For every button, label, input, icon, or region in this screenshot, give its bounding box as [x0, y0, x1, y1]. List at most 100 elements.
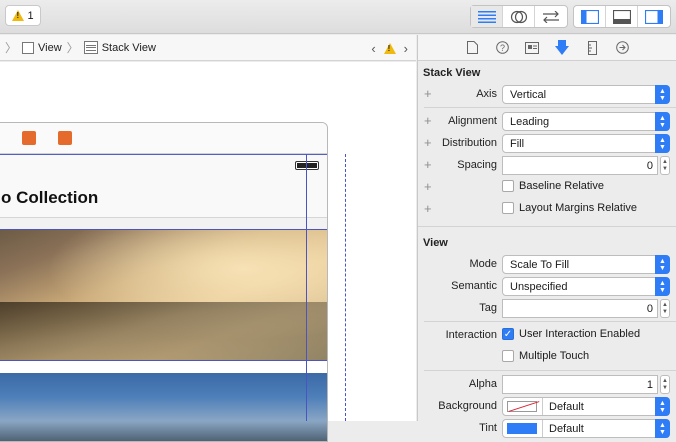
- add-variation-icon[interactable]: +: [424, 201, 432, 216]
- divider: [424, 321, 676, 322]
- nav-title: o Collection: [1, 188, 99, 207]
- attributes-inspector-panel: ? Stack View + Axis Vertical ▲ ▼ + Alignm…: [417, 35, 676, 438]
- alignment-popup[interactable]: Leading ▲ ▼: [502, 112, 670, 131]
- popup-arrows-icon: ▲ ▼: [655, 112, 670, 131]
- mode-row: Mode Scale To Fill ▲ ▼: [418, 253, 676, 275]
- assistant-editor-button[interactable]: [503, 6, 535, 27]
- view-section-header: View: [423, 237, 448, 249]
- section-divider: [418, 226, 676, 227]
- add-variation-icon[interactable]: +: [424, 86, 432, 101]
- background-label: Background: [438, 400, 497, 412]
- warning-indicator[interactable]: 1: [5, 5, 41, 26]
- mountain-image-view[interactable]: [0, 229, 327, 361]
- alpha-stepper[interactable]: ▲ ▼: [660, 375, 670, 394]
- spacing-label: Spacing: [457, 159, 497, 171]
- standard-editor-icon: [477, 10, 496, 23]
- baseline-relative-label: Baseline Relative: [519, 180, 604, 192]
- toggle-utilities-button[interactable]: [638, 6, 670, 27]
- popup-arrows-icon: ▲ ▼: [655, 419, 670, 438]
- spacing-field[interactable]: 0: [502, 156, 658, 175]
- tint-label: Tint: [479, 422, 497, 434]
- size-inspector-icon[interactable]: [584, 40, 600, 56]
- divider: [542, 420, 543, 437]
- stack-view-icon: [83, 41, 98, 54]
- layout-margins-relative-checkbox[interactable]: Layout Margins Relative: [502, 202, 637, 214]
- breadcrumb: 〉 View 〉 Stack View: [4, 39, 156, 56]
- debug-area-panel-icon: [612, 9, 631, 24]
- editor-mode-segmented-control: [470, 5, 568, 28]
- standard-editor-button[interactable]: [471, 6, 503, 27]
- semantic-label: Semantic: [451, 280, 497, 292]
- alpha-label: Alpha: [468, 378, 497, 390]
- mode-label: Mode: [469, 258, 497, 270]
- add-variation-icon[interactable]: +: [424, 135, 432, 150]
- chevron-right-icon: 〉: [5, 41, 18, 55]
- axis-row: + Axis Vertical ▲ ▼: [418, 83, 676, 105]
- distribution-label: Distribution: [441, 137, 497, 149]
- alpha-field[interactable]: 1: [502, 375, 658, 394]
- view-controller-scene[interactable]: o Collection: [0, 122, 328, 442]
- stack-view-section-header: Stack View: [423, 67, 481, 79]
- tint-value: Default: [549, 423, 584, 435]
- toggle-navigator-button[interactable]: [574, 6, 606, 27]
- alignment-value: Leading: [510, 116, 550, 128]
- breadcrumb-stack-view[interactable]: Stack View: [102, 42, 156, 54]
- add-variation-icon[interactable]: +: [424, 179, 432, 194]
- warning-count: 1: [27, 9, 34, 22]
- baseline-relative-row: + Baseline Relative: [418, 176, 676, 198]
- distribution-row: + Distribution Fill ▲ ▼: [418, 132, 676, 154]
- semantic-popup[interactable]: Unspecified ▲ ▼: [502, 277, 670, 296]
- previous-issue-icon[interactable]: ‹: [371, 41, 375, 56]
- add-variation-icon[interactable]: +: [424, 157, 432, 172]
- next-issue-icon[interactable]: ›: [404, 41, 408, 56]
- alpha-row: Alpha 1 ▲ ▼: [418, 373, 676, 395]
- navigator-panel-icon: [580, 9, 599, 24]
- background-color-popup[interactable]: Default ▲ ▼: [502, 397, 670, 416]
- landscape-image-view[interactable]: [0, 373, 327, 441]
- panel-visibility-segmented-control: [573, 5, 671, 28]
- spacing-stepper[interactable]: ▲ ▼: [660, 156, 670, 175]
- axis-popup[interactable]: Vertical ▲ ▼: [502, 85, 670, 104]
- file-inspector-icon[interactable]: [464, 40, 480, 56]
- toggle-debug-area-button[interactable]: [606, 6, 638, 27]
- axis-value: Vertical: [510, 89, 547, 101]
- popup-arrows-icon: ▲ ▼: [655, 134, 670, 153]
- add-variation-icon[interactable]: +: [424, 113, 432, 128]
- tag-stepper[interactable]: ▲ ▼: [660, 299, 670, 318]
- checkmark-icon: ✓: [502, 328, 514, 340]
- interface-builder-canvas[interactable]: o Collection: [0, 62, 416, 442]
- navigation-bar[interactable]: o Collection: [0, 154, 327, 218]
- quick-help-icon[interactable]: ?: [494, 40, 510, 56]
- user-interaction-enabled-checkbox[interactable]: ✓ User Interaction Enabled: [502, 328, 640, 340]
- breadcrumb-view[interactable]: View: [38, 42, 62, 54]
- window-toolbar: 1: [0, 0, 676, 34]
- content-mode-popup[interactable]: Scale To Fill ▲ ▼: [502, 255, 670, 274]
- divider: [424, 370, 676, 371]
- tag-field[interactable]: 0: [502, 299, 658, 318]
- multiple-touch-checkbox[interactable]: Multiple Touch: [502, 350, 589, 362]
- inspector-tabs: ?: [418, 35, 676, 61]
- layout-margin-guide: [345, 154, 346, 421]
- multiple-touch-row: Multiple Touch: [418, 346, 676, 368]
- baseline-relative-checkbox[interactable]: Baseline Relative: [502, 180, 604, 192]
- no-color-swatch-icon: [507, 401, 537, 412]
- cube-icon[interactable]: [22, 131, 36, 145]
- selection-guide: [306, 154, 307, 421]
- alpha-value: 1: [646, 379, 653, 391]
- tag-row: Tag 0 ▲ ▼: [418, 297, 676, 319]
- view-icon: [22, 41, 35, 54]
- battery-icon: [295, 161, 319, 170]
- spacing-row: + Spacing 0 ▲ ▼: [418, 154, 676, 176]
- tint-row: Tint Default ▲ ▼: [418, 417, 676, 439]
- distribution-popup[interactable]: Fill ▲ ▼: [502, 134, 670, 153]
- jump-bar-issue-nav: ‹ ›: [371, 41, 408, 56]
- connections-inspector-icon[interactable]: [614, 40, 630, 56]
- exit-icon[interactable]: [58, 131, 72, 145]
- tint-color-popup[interactable]: Default ▲ ▼: [502, 419, 670, 438]
- attributes-inspector-icon[interactable]: [554, 40, 570, 56]
- checkbox-unchecked-icon: [502, 202, 514, 214]
- identity-inspector-icon[interactable]: [524, 40, 540, 56]
- version-editor-button[interactable]: [535, 6, 567, 27]
- warning-icon[interactable]: [383, 43, 396, 54]
- checkbox-unchecked-icon: [502, 180, 514, 192]
